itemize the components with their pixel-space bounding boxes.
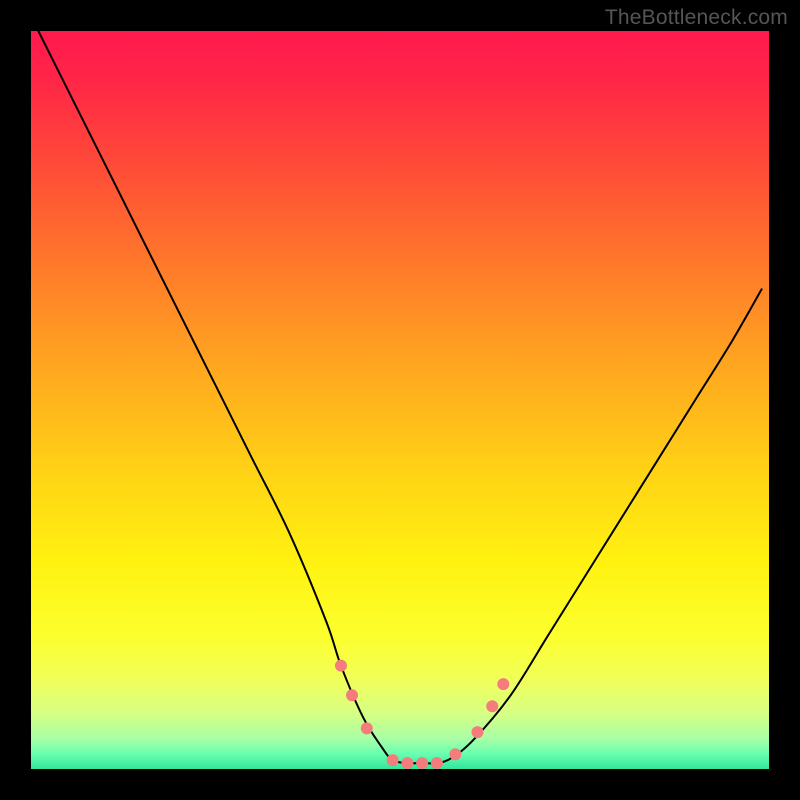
marker-dot: [361, 722, 373, 734]
marker-dot: [387, 754, 399, 766]
marker-dot: [497, 678, 509, 690]
outer-frame: TheBottleneck.com: [0, 0, 800, 800]
marker-dot: [416, 757, 428, 769]
marker-dot: [401, 757, 413, 769]
marker-dot: [335, 660, 347, 672]
marker-dot: [449, 748, 461, 760]
curve-layer: [31, 31, 769, 769]
marker-dot: [431, 757, 443, 769]
plot-area: [31, 31, 769, 769]
bottleneck-curve: [38, 31, 761, 763]
watermark-text: TheBottleneck.com: [605, 6, 788, 30]
marker-dot: [471, 726, 483, 738]
marker-dot: [346, 689, 358, 701]
marker-dot: [486, 700, 498, 712]
